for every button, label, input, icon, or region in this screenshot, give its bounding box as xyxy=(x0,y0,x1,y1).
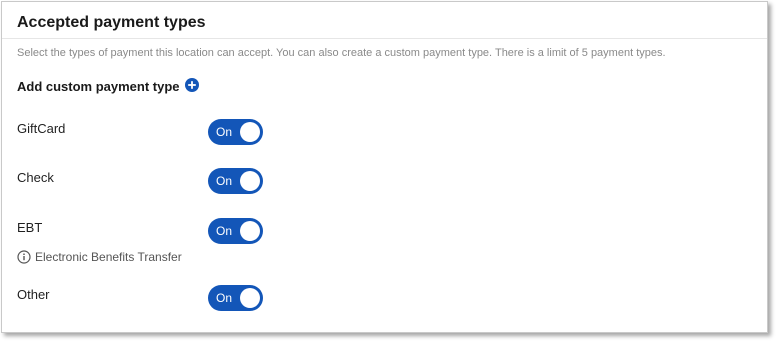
payment-type-label-check: Check xyxy=(17,170,54,185)
toggle-giftcard[interactable]: On xyxy=(208,119,263,145)
section-description: Select the types of payment this locatio… xyxy=(17,47,666,59)
section-title: Accepted payment types xyxy=(17,14,206,31)
title-divider xyxy=(2,38,767,39)
accepted-payment-types-panel: Accepted payment types Select the types … xyxy=(1,1,768,333)
add-custom-payment-type-label: Add custom payment type xyxy=(17,79,180,94)
toggle-state-label: On xyxy=(216,174,233,188)
toggle-state-label: On xyxy=(216,224,233,238)
toggle-knob xyxy=(240,122,260,142)
toggle-state-label: On xyxy=(216,291,233,305)
ebt-info: Electronic Benefits Transfer xyxy=(17,250,182,264)
toggle-knob xyxy=(240,171,260,191)
toggle-check[interactable]: On xyxy=(208,168,263,194)
info-icon xyxy=(17,250,31,264)
toggle-ebt[interactable]: On xyxy=(208,218,263,244)
toggle-other[interactable]: On xyxy=(208,285,263,311)
payment-type-label-ebt: EBT xyxy=(17,220,43,235)
plus-circle-icon[interactable] xyxy=(184,77,199,92)
toggle-state-label: On xyxy=(216,125,233,139)
toggle-knob xyxy=(240,288,260,308)
payment-type-label-other: Other xyxy=(17,287,50,302)
toggle-knob xyxy=(240,221,260,241)
add-custom-payment-type-button[interactable]: Add custom payment type xyxy=(17,77,199,94)
ebt-info-text: Electronic Benefits Transfer xyxy=(35,250,182,264)
payment-type-label-giftcard: GiftCard xyxy=(17,121,66,136)
